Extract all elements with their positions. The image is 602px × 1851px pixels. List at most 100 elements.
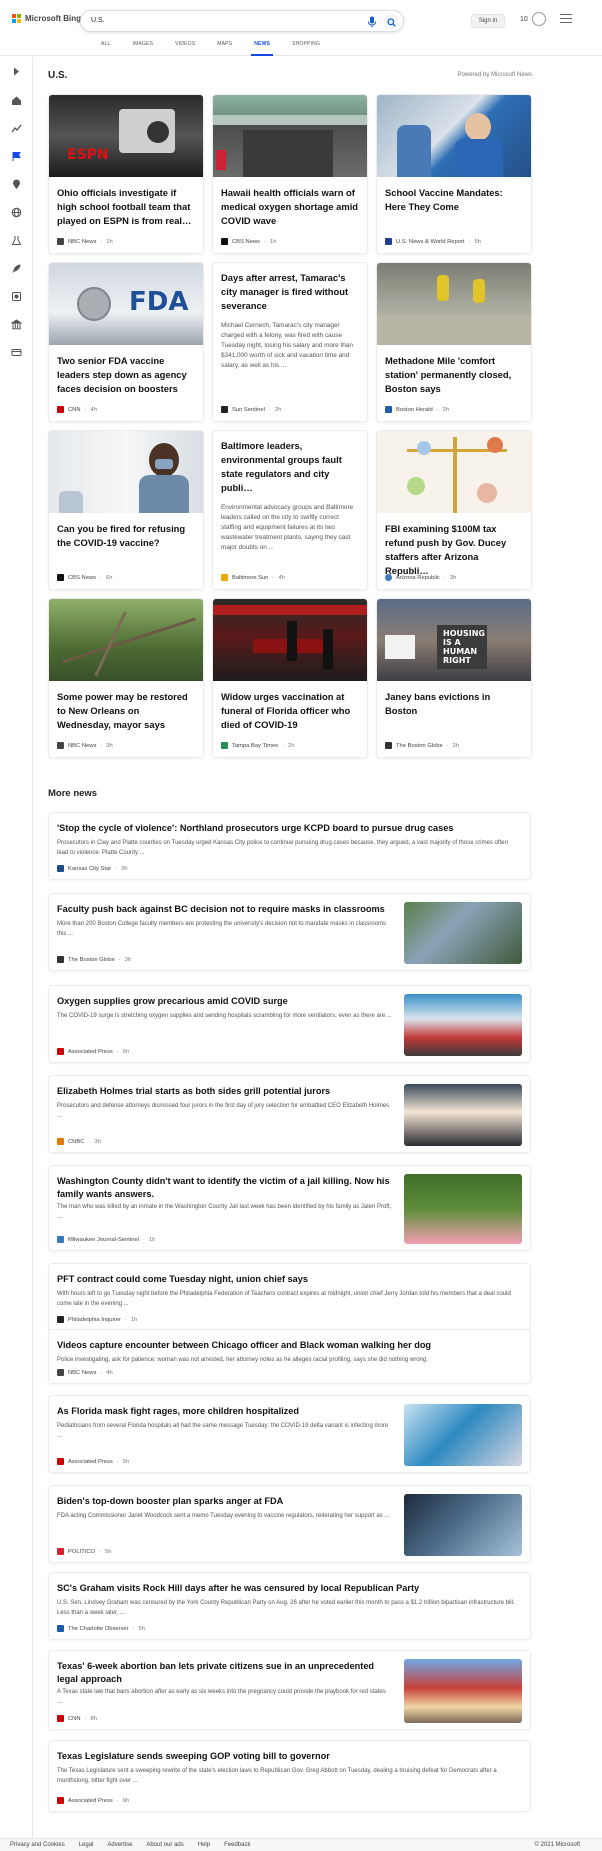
news-card[interactable]: Baltimore leaders, environmental groups … bbox=[212, 430, 368, 590]
tab-shopping[interactable]: SHOPPING bbox=[281, 39, 331, 56]
more-news-item[interactable]: Texas Legislature sends sweeping GOP vot… bbox=[48, 1740, 531, 1812]
card-source[interactable]: Boston Herald · 2h bbox=[385, 406, 449, 413]
more-news-item[interactable]: Faculty push back against BC decision no… bbox=[48, 893, 531, 971]
news-thumbnail-vaccine[interactable] bbox=[404, 1494, 522, 1556]
card-source[interactable]: Tampa Bay Times · 2h bbox=[221, 742, 294, 749]
footer-link-feedback[interactable]: Feedback bbox=[224, 1842, 250, 1848]
more-news-item[interactable]: SC's Graham visits Rock Hill days after … bbox=[48, 1572, 531, 1640]
microphone-icon[interactable] bbox=[367, 16, 377, 28]
card-source[interactable]: Sun Sentinel · 2h bbox=[221, 406, 281, 413]
more-news-item[interactable]: Videos capture encounter between Chicago… bbox=[48, 1329, 531, 1384]
news-source[interactable]: The Boston Globe · 3h bbox=[57, 956, 131, 963]
more-news-item[interactable]: Biden's top-down booster plan sparks ang… bbox=[48, 1485, 531, 1563]
footer-link-about-ads[interactable]: About our ads bbox=[146, 1842, 183, 1848]
news-card[interactable]: FDA Two senior FDA vaccine leaders step … bbox=[48, 262, 204, 422]
news-card[interactable]: Methadone Mile 'comfort station' permane… bbox=[376, 262, 532, 422]
news-title[interactable]: SC's Graham visits Rock Hill days after … bbox=[57, 1582, 517, 1595]
card-title[interactable]: Some power may be restored to New Orlean… bbox=[49, 681, 203, 732]
hamburger-menu-icon[interactable] bbox=[560, 14, 572, 24]
tab-videos[interactable]: VIDEOS bbox=[164, 39, 206, 56]
news-source[interactable]: Associated Press · 5h bbox=[57, 1458, 129, 1465]
card-title[interactable]: Baltimore leaders, environmental groups … bbox=[213, 431, 367, 495]
tab-all[interactable]: ALL bbox=[90, 39, 122, 56]
news-card[interactable]: Widow urges vaccination at funeral of Fl… bbox=[212, 598, 368, 758]
card-title[interactable]: Hawaii health officials warn of medical … bbox=[213, 177, 367, 228]
card-source[interactable]: Baltimore Sun · 4h bbox=[221, 574, 285, 581]
more-news-item[interactable]: Washington County didn't want to identif… bbox=[48, 1165, 531, 1251]
news-card[interactable]: HOUSING IS A HUMAN RIGHT Janey bans evictio… bbox=[376, 598, 532, 758]
money-icon[interactable] bbox=[11, 347, 22, 358]
news-card[interactable]: Some power may be restored to New Orlean… bbox=[48, 598, 204, 758]
more-news-item[interactable]: Elizabeth Holmes trial starts as both si… bbox=[48, 1075, 531, 1153]
news-source[interactable]: CNN · 8h bbox=[57, 1715, 97, 1722]
news-source[interactable]: POLITICO · 5h bbox=[57, 1548, 111, 1555]
news-thumbnail-portrait[interactable] bbox=[404, 1174, 522, 1244]
trending-icon[interactable] bbox=[11, 123, 22, 134]
news-card[interactable]: ESPN Ohio officials investigate if high … bbox=[48, 94, 204, 254]
card-title[interactable]: School Vaccine Mandates: Here They Come bbox=[377, 177, 531, 214]
news-source[interactable]: CNBC · 3h bbox=[57, 1138, 101, 1145]
bing-logo[interactable]: Microsoft Bing bbox=[12, 14, 81, 23]
tab-maps[interactable]: MAPS bbox=[206, 39, 243, 56]
rewards-count[interactable]: 10 bbox=[520, 16, 528, 23]
more-news-item[interactable]: Texas' 6-week abortion ban lets private … bbox=[48, 1650, 531, 1730]
card-title[interactable]: Widow urges vaccination at funeral of Fl… bbox=[213, 681, 367, 732]
news-title[interactable]: 'Stop the cycle of violence': Northland … bbox=[57, 822, 517, 835]
card-title[interactable]: Methadone Mile 'comfort station' permane… bbox=[377, 345, 531, 396]
politics-building-icon[interactable] bbox=[11, 319, 22, 330]
globe-icon[interactable] bbox=[11, 207, 22, 218]
news-title[interactable]: Videos capture encounter between Chicago… bbox=[57, 1339, 517, 1352]
news-source[interactable]: Philadelphia Inquirer · 1h bbox=[57, 1316, 137, 1323]
news-card[interactable]: Hawaii health officials warn of medical … bbox=[212, 94, 368, 254]
card-title[interactable]: FBI examining $100M tax refund push by G… bbox=[377, 513, 531, 578]
search-button[interactable] bbox=[383, 14, 399, 30]
card-source[interactable]: The Boston Globe · 2h bbox=[385, 742, 459, 749]
footer-link-privacy[interactable]: Privacy and Cookies bbox=[10, 1842, 65, 1848]
news-title[interactable]: Texas Legislature sends sweeping GOP vot… bbox=[57, 1750, 517, 1763]
card-source[interactable]: U.S. News & World Report · 5h bbox=[385, 238, 481, 245]
card-source[interactable]: NBC News · 3h bbox=[57, 742, 113, 749]
card-source[interactable]: CNN · 4h bbox=[57, 406, 97, 413]
news-card[interactable]: School Vaccine Mandates: Here They Come … bbox=[376, 94, 532, 254]
news-card[interactable]: Days after arrest, Tamarac's city manage… bbox=[212, 262, 368, 422]
more-news-item[interactable]: Oxygen supplies grow precarious amid COV… bbox=[48, 985, 531, 1063]
home-icon[interactable] bbox=[11, 95, 22, 106]
news-title[interactable]: Elizabeth Holmes trial starts as both si… bbox=[57, 1085, 392, 1098]
news-thumbnail-hospital[interactable] bbox=[404, 994, 522, 1056]
rewards-trophy-icon[interactable] bbox=[532, 12, 546, 26]
card-title[interactable]: Days after arrest, Tamarac's city manage… bbox=[213, 263, 367, 313]
news-thumbnail-campus[interactable] bbox=[404, 902, 522, 964]
news-source[interactable]: Milwaukee Journal-Sentinel · 1h bbox=[57, 1236, 155, 1243]
news-title[interactable]: PFT contract could come Tuesday night, u… bbox=[57, 1273, 517, 1286]
rocket-icon[interactable] bbox=[11, 263, 22, 274]
card-source[interactable]: NBC News · 1h bbox=[57, 238, 113, 245]
expand-sidebar-icon[interactable] bbox=[11, 66, 22, 77]
more-news-item[interactable]: 'Stop the cycle of violence': Northland … bbox=[48, 812, 531, 880]
news-source[interactable]: Kansas City Star · 3h bbox=[57, 865, 128, 872]
card-source[interactable]: CBS News · 1h bbox=[221, 238, 276, 245]
tab-news[interactable]: NEWS bbox=[243, 39, 281, 56]
footer-link-help[interactable]: Help bbox=[198, 1842, 210, 1848]
entertainment-icon[interactable] bbox=[11, 291, 22, 302]
news-title[interactable]: Texas' 6-week abortion ban lets private … bbox=[57, 1660, 392, 1686]
news-card[interactable]: FBI examining $100M tax refund push by G… bbox=[376, 430, 532, 590]
science-icon[interactable] bbox=[11, 235, 22, 246]
tab-images[interactable]: IMAGES bbox=[122, 39, 165, 56]
news-thumbnail-crowd[interactable] bbox=[404, 1084, 522, 1146]
us-flag-icon[interactable] bbox=[11, 151, 22, 162]
news-source[interactable]: Associated Press · 6h bbox=[57, 1048, 129, 1055]
search-box[interactable]: U.S. bbox=[80, 10, 404, 32]
footer-link-legal[interactable]: Legal bbox=[79, 1842, 94, 1848]
card-source[interactable]: Arizona Republic · 3h bbox=[385, 574, 456, 581]
search-input[interactable]: U.S. bbox=[91, 17, 105, 24]
news-thumbnail-protest[interactable] bbox=[404, 1659, 522, 1723]
news-title[interactable]: As Florida mask fight rages, more childr… bbox=[57, 1405, 392, 1418]
news-title[interactable]: Washington County didn't want to identif… bbox=[57, 1175, 392, 1201]
news-source[interactable]: Associated Press · 9h bbox=[57, 1797, 129, 1804]
footer-link-advertise[interactable]: Advertise bbox=[107, 1842, 132, 1848]
more-news-item[interactable]: As Florida mask fight rages, more childr… bbox=[48, 1395, 531, 1473]
card-source[interactable]: CBS News · 6h bbox=[57, 574, 112, 581]
card-title[interactable]: Two senior FDA vaccine leaders step down… bbox=[49, 345, 203, 396]
news-source[interactable]: NBC News · 4h bbox=[57, 1369, 113, 1376]
news-title[interactable]: Biden's top-down booster plan sparks ang… bbox=[57, 1495, 392, 1508]
